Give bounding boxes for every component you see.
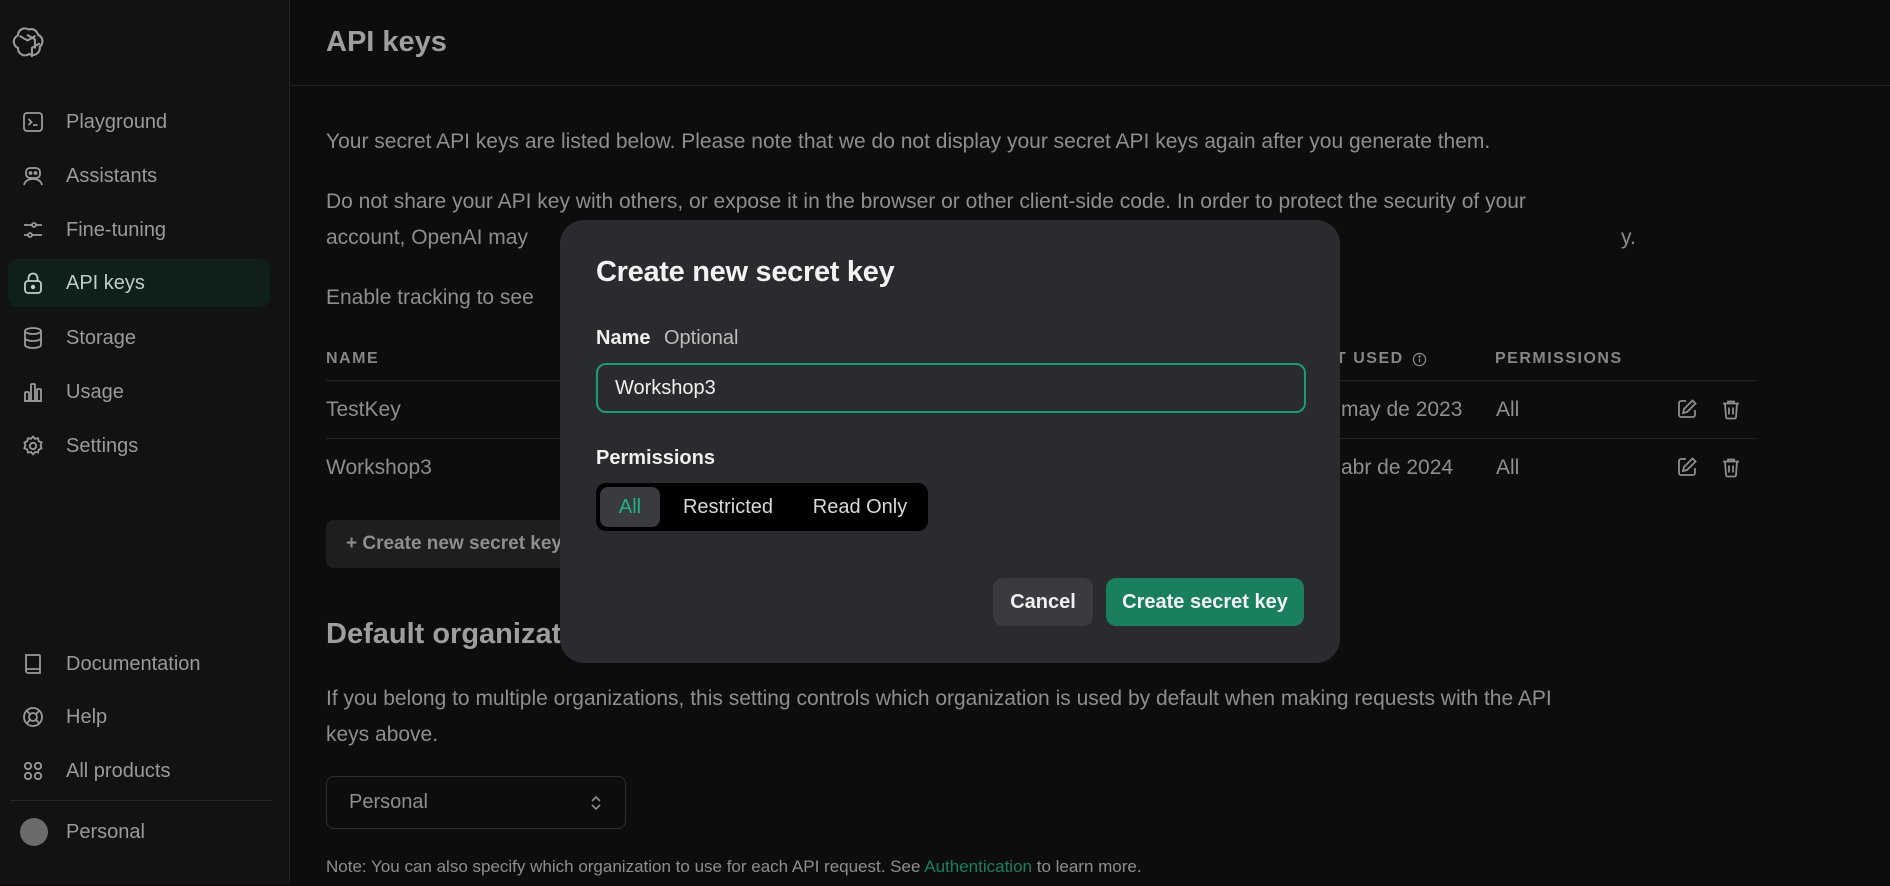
sidebar-item-label: Documentation: [66, 652, 201, 675]
sidebar-item-label: Fine-tuning: [66, 218, 167, 241]
name-optional-hint: Optional: [664, 327, 739, 349]
sidebar-item-label: Storage: [66, 326, 137, 349]
openai-logo-icon[interactable]: [12, 24, 52, 64]
security-text-line2-end: y.: [1621, 226, 1636, 249]
key-name: TestKey: [326, 398, 401, 421]
name-label: Name: [596, 327, 651, 349]
sidebar-item-fine-tuning[interactable]: Fine-tuning: [8, 206, 270, 254]
grid-icon: [20, 758, 46, 784]
sliders-icon: [20, 217, 46, 243]
intro-text: Your secret API keys are listed below. P…: [326, 130, 1491, 153]
chevron-up-down-icon: [589, 794, 603, 812]
key-name: Workshop3: [326, 456, 432, 479]
sidebar-item-help[interactable]: Help: [8, 693, 270, 741]
column-header-last-used-label: T USED: [1336, 350, 1404, 367]
sidebar: Playground Assistants Fine-tuning API ke…: [0, 0, 290, 884]
database-icon: [20, 325, 46, 351]
security-text-line1: Do not share your API key with others, o…: [326, 190, 1526, 213]
bar-chart-icon: [20, 379, 46, 405]
key-last-used: abr de 2024: [1341, 456, 1454, 479]
column-header-last-used: T USED: [1336, 350, 1427, 368]
sidebar-item-all-products[interactable]: All products: [8, 747, 270, 795]
cancel-button[interactable]: Cancel: [993, 578, 1093, 626]
sidebar-item-playground[interactable]: Playground: [8, 98, 270, 146]
security-text-line2-start: account, OpenAI may: [326, 226, 528, 249]
trash-icon[interactable]: [1718, 396, 1744, 422]
sidebar-item-label: Usage: [66, 380, 124, 403]
sidebar-item-label: Help: [66, 705, 108, 728]
account-label: Personal: [66, 820, 145, 843]
sidebar-item-label: Playground: [66, 110, 168, 133]
create-secret-key-button[interactable]: Create secret key: [1106, 578, 1304, 626]
trash-icon[interactable]: [1718, 454, 1744, 480]
sidebar-item-assistants[interactable]: Assistants: [8, 152, 270, 200]
sidebar-item-settings[interactable]: Settings: [8, 422, 270, 470]
edit-icon[interactable]: [1674, 396, 1700, 422]
permissions-label: Permissions: [596, 447, 715, 469]
key-last-used: may de 2023: [1341, 398, 1463, 421]
sidebar-item-usage[interactable]: Usage: [8, 368, 270, 416]
note-suffix: to learn more.: [1036, 857, 1142, 876]
info-icon[interactable]: [1412, 352, 1427, 367]
column-header-permissions: PERMISSIONS: [1495, 350, 1623, 367]
lifebuoy-icon: [20, 704, 46, 730]
book-icon: [20, 651, 46, 677]
authentication-link[interactable]: Authentication: [924, 857, 1032, 876]
avatar: [20, 818, 48, 846]
sidebar-item-api-keys[interactable]: API keys: [8, 259, 270, 307]
default-org-title: Default organizat: [326, 618, 562, 650]
page-title: API keys: [326, 26, 447, 58]
key-permissions: All: [1496, 456, 1520, 479]
name-input[interactable]: [596, 363, 1306, 413]
column-header-name: NAME: [326, 350, 380, 367]
note-text: Note: You can also specify which organiz…: [326, 857, 1142, 877]
key-permissions: All: [1496, 398, 1520, 421]
sidebar-item-label: All products: [66, 759, 171, 782]
lock-icon: [20, 270, 46, 296]
sidebar-item-label: Settings: [66, 434, 139, 457]
sidebar-item-documentation[interactable]: Documentation: [8, 640, 270, 688]
gear-icon: [20, 433, 46, 459]
permissions-segmented-control: All Restricted Read Only: [596, 483, 928, 531]
edit-icon[interactable]: [1674, 454, 1700, 480]
sidebar-item-label: Assistants: [66, 164, 158, 187]
organization-select[interactable]: Personal: [326, 776, 626, 829]
sidebar-item-storage[interactable]: Storage: [8, 314, 270, 362]
organization-select-value: Personal: [349, 791, 428, 813]
modal-title: Create new secret key: [596, 256, 895, 288]
tracking-text: Enable tracking to see: [326, 286, 534, 309]
note-prefix: Note: You can also specify which organiz…: [326, 857, 921, 876]
page-header: API keys: [291, 0, 1890, 86]
default-org-desc-line2: keys above.: [326, 723, 439, 746]
permission-option-all[interactable]: All: [600, 487, 660, 527]
sidebar-divider: [10, 800, 272, 801]
permission-option-restricted[interactable]: Restricted: [666, 487, 790, 527]
terminal-icon: [20, 109, 46, 135]
default-org-desc-line1: If you belong to multiple organizations,…: [326, 687, 1552, 710]
create-key-modal: Create new secret key Name Optional Perm…: [560, 220, 1340, 663]
account-switcher[interactable]: Personal: [8, 808, 270, 856]
robot-icon: [20, 163, 46, 189]
sidebar-item-label: API keys: [66, 271, 145, 294]
permission-option-read-only[interactable]: Read Only: [796, 487, 924, 527]
